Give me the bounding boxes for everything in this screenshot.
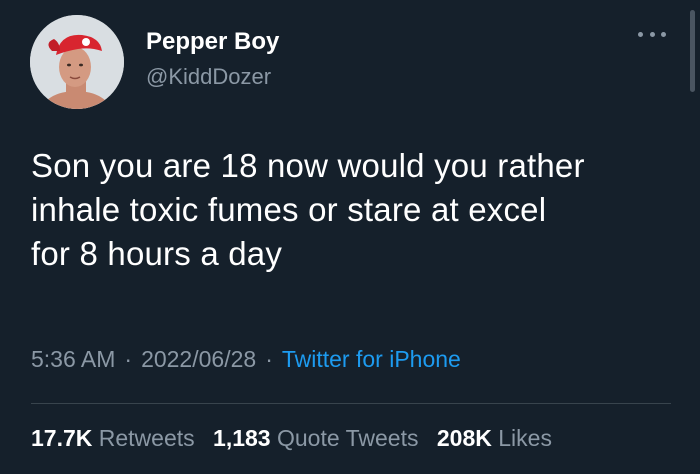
retweets-label: Retweets [98,425,195,451]
profile-photo-icon [30,15,124,109]
tweet-text-line: Son you are 18 now would you rather [31,147,585,184]
ellipsis-icon[interactable] [638,24,666,44]
quote-tweets-stat[interactable]: 1,183 Quote Tweets [213,425,418,451]
tweet-text-line: for 8 hours a day [31,235,283,272]
tweet-meta: 5:36 AM · 2022/06/28 · Twitter for iPhone [31,346,461,373]
meta-separator: · [124,346,133,372]
user-handle[interactable]: @KiddDozer [146,64,271,90]
retweets-count: 17.7K [31,425,93,451]
dot [638,31,643,37]
likes-count: 208K [436,425,492,451]
tweet-date[interactable]: 2022/06/28 [141,346,256,372]
avatar[interactable] [30,15,124,109]
quote-tweets-count: 1,183 [213,425,271,451]
divider [31,403,671,404]
dot [649,31,655,37]
scrollbar[interactable] [690,10,695,92]
tweet-text: Son you are 18 now would you rather inha… [31,144,671,276]
tweet-text-line: inhale toxic fumes or stare at excel [31,191,547,228]
likes-label: Likes [498,425,552,451]
tweet-time[interactable]: 5:36 AM [31,346,115,372]
display-name[interactable]: Pepper Boy [146,28,279,56]
tweet-source-link[interactable]: Twitter for iPhone [282,346,461,372]
retweets-stat[interactable]: 17.7K Retweets [31,425,195,451]
tweet-stats: 17.7K Retweets 1,183 Quote Tweets 208K L… [31,425,552,452]
quote-tweets-label: Quote Tweets [276,425,419,451]
likes-stat[interactable]: 208K Likes [437,425,552,451]
meta-separator: · [265,346,273,372]
tweet-card: Pepper Boy @KiddDozer Son you are 18 now… [0,0,700,474]
dot [661,31,666,37]
